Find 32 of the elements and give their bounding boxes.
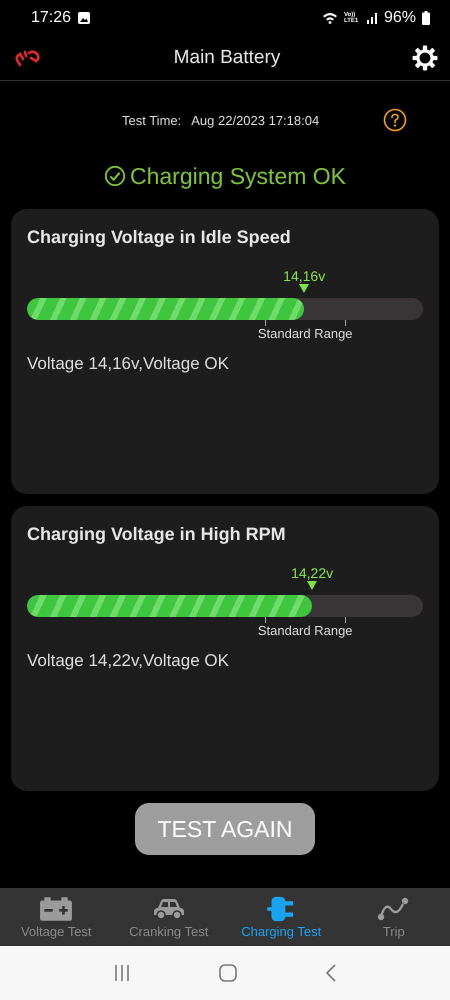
result-message: Voltage 14,16v,Voltage OK [27, 354, 230, 374]
home-icon[interactable] [218, 963, 238, 983]
link-icon[interactable] [14, 48, 42, 68]
result-status: Charging System OK [130, 162, 346, 190]
screen-title: Main Battery [174, 47, 280, 69]
signal-icon [366, 12, 378, 24]
voltage-reading: 14,16v [283, 268, 326, 284]
pointer-icon [307, 581, 318, 590]
back-icon[interactable] [324, 963, 337, 983]
card-title: Charging Voltage in Idle Speed [27, 227, 292, 248]
voltage-reading: 14,22v [291, 565, 334, 581]
image-icon [77, 11, 92, 25]
recent-apps-icon[interactable] [113, 963, 132, 983]
range-label: Standard Range [258, 623, 353, 638]
battery-icon [39, 896, 74, 922]
nav-tab[interactable]: Voltage Test [0, 888, 112, 946]
help-icon[interactable] [383, 108, 408, 132]
test-time-value: Aug 22/2023 17:18:04 [191, 112, 320, 128]
wifi-icon [322, 12, 338, 24]
result-message: Voltage 14,22v,Voltage OK [27, 651, 230, 671]
pointer-icon [299, 284, 310, 293]
nav-tab[interactable]: Cranking Test [112, 888, 225, 946]
settings-icon[interactable] [412, 45, 438, 71]
battery-icon [422, 11, 430, 25]
test-time-label: Test Time: [122, 112, 182, 128]
battery-percent: 96% [384, 9, 416, 27]
range-label: Standard Range [258, 326, 353, 341]
nav-tab[interactable]: Charging Test [225, 888, 338, 946]
clock-time: 17:26 [31, 9, 72, 27]
route-icon [376, 896, 411, 922]
nav-tab[interactable]: Trip [338, 888, 450, 946]
card-title: Charging Voltage in High RPM [27, 524, 287, 545]
